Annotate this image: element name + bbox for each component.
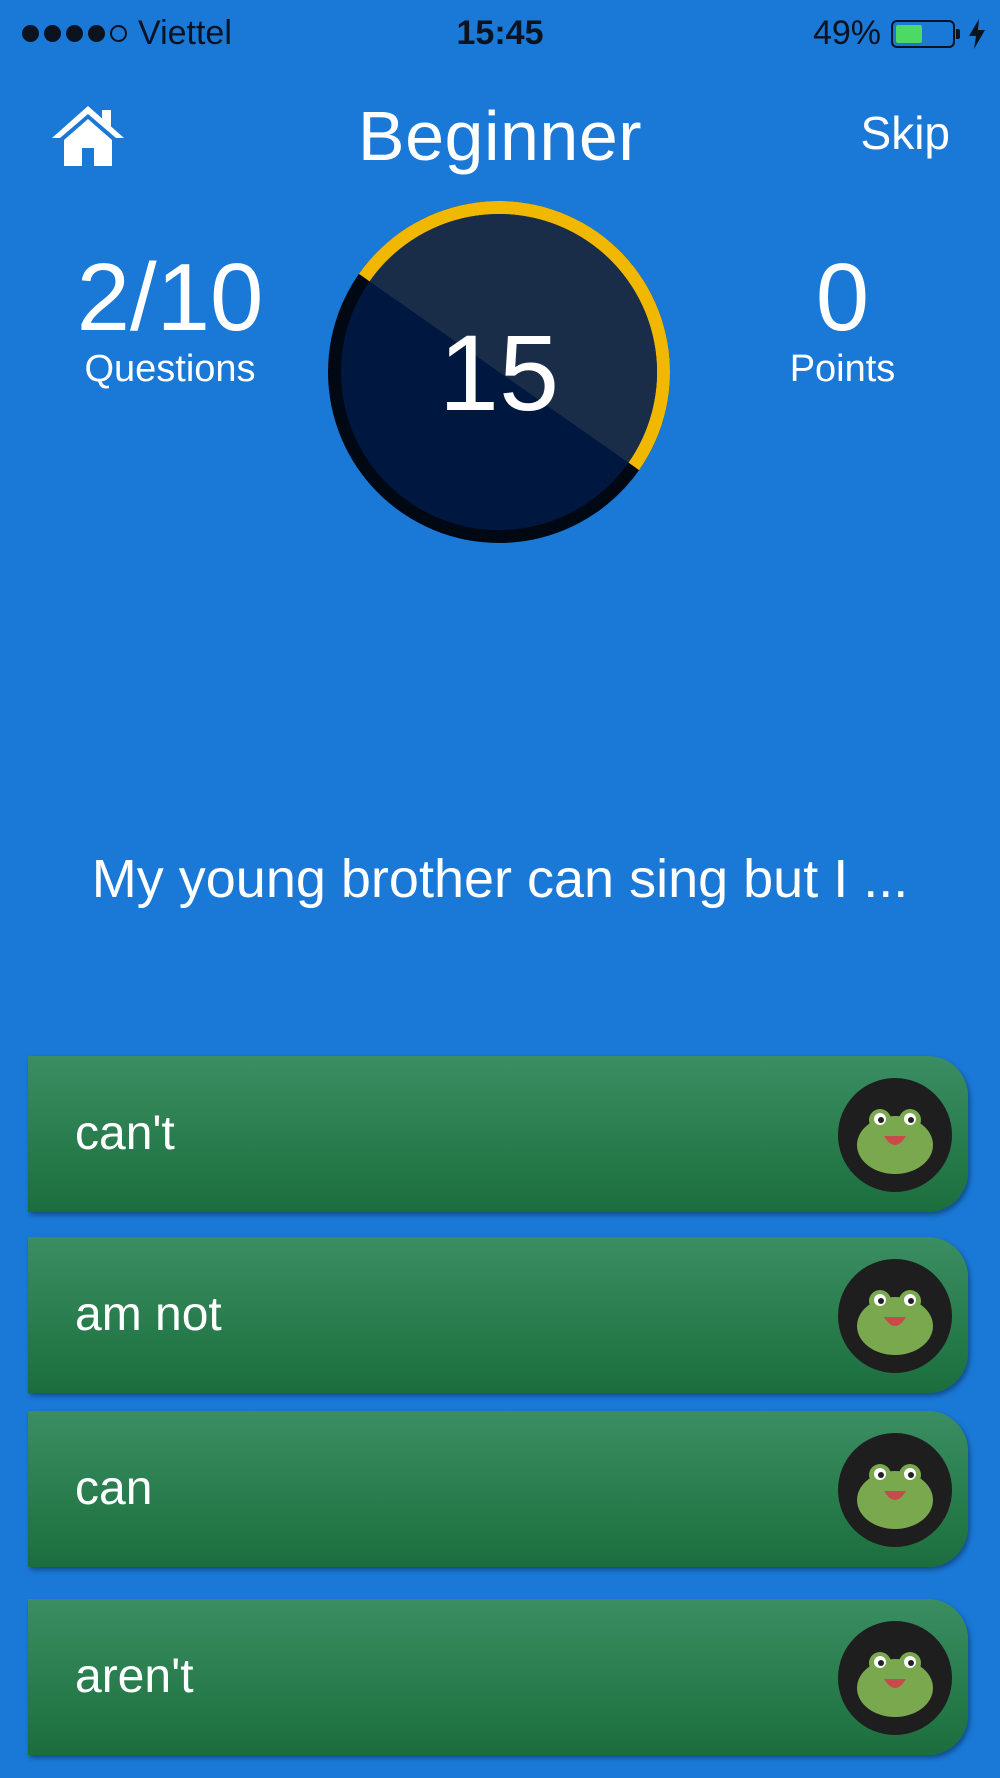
questions-stat: 2/10 Questions [50,248,290,391]
frog-avatar-icon [838,1259,952,1373]
points-stat: 0 Points [750,248,935,391]
answer-option[interactable]: am not [28,1237,968,1393]
questions-label: Questions [84,348,256,390]
battery-percent: 49% [812,14,881,52]
battery-level-fill [896,24,923,43]
frog-avatar-icon [838,1621,952,1735]
points-count: 0 [815,244,870,351]
status-bar: Viettel 15:45 49% [0,0,1000,64]
page-title: Beginner [357,97,643,175]
battery-tip [956,28,960,39]
answer-option[interactable]: can [28,1411,968,1567]
answer-option[interactable]: aren't [28,1599,968,1755]
questions-count: 2/10 [76,244,264,351]
timer-value: 15 [438,311,560,433]
question-text: My young brother can sing but I ... [91,849,909,909]
skip-button[interactable]: Skip [861,106,950,160]
battery-icon [891,19,955,48]
points-label: Points [789,348,896,390]
frog-avatar-icon [838,1433,952,1547]
charging-bolt-icon [969,18,985,49]
answer-label: am not [75,1288,222,1341]
frog-avatar-icon [838,1078,952,1192]
answer-label: can't [75,1107,175,1160]
answer-label: aren't [75,1650,194,1703]
answer-option[interactable]: can't [28,1056,968,1212]
battery-status: 49% [813,14,986,53]
answer-label: can [75,1462,153,1515]
